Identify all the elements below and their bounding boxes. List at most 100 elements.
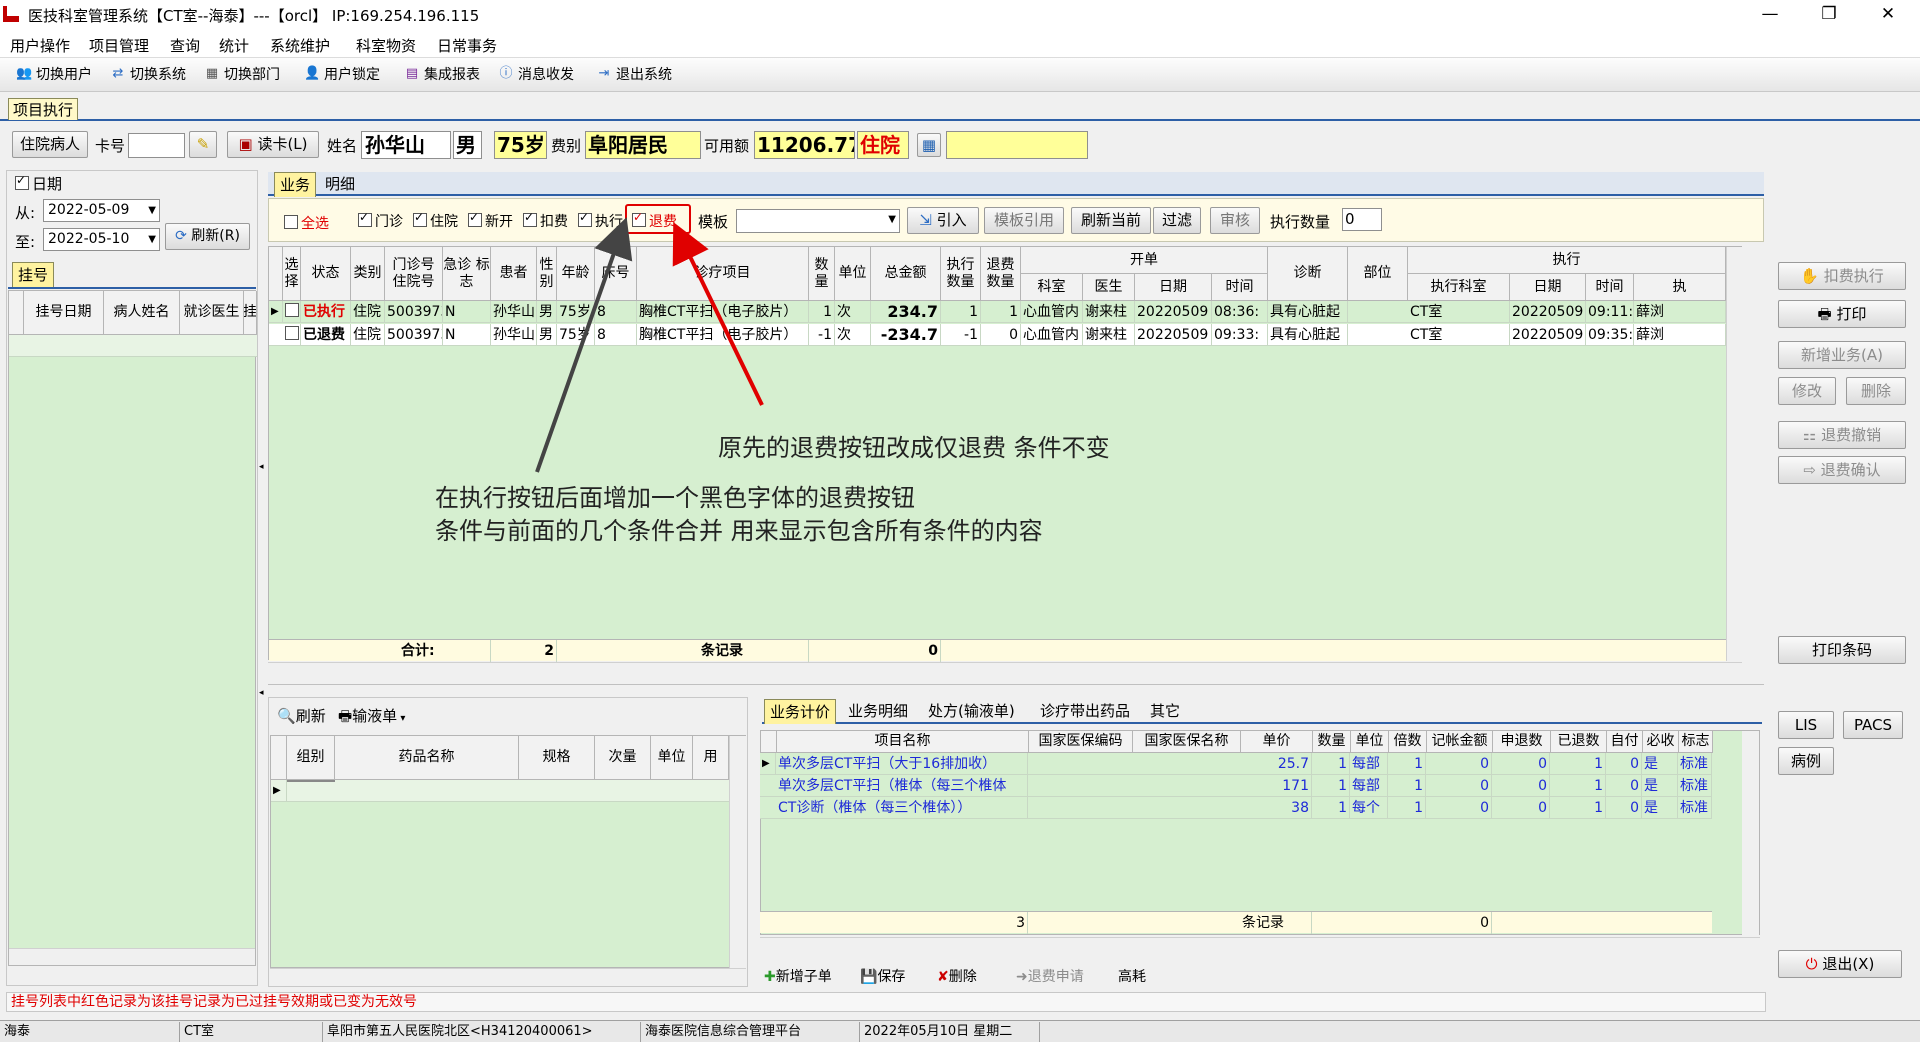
refund-cancel-button[interactable]: ⚏ 退费撤销 [1778, 421, 1906, 449]
edit-button[interactable]: 修改 [1778, 377, 1836, 405]
group-input[interactable] [287, 780, 335, 782]
exit-button[interactable]: ⏻ 退出(X) [1778, 950, 1902, 978]
col-usage[interactable]: 用 [693, 736, 729, 780]
add-sub-order-button[interactable]: ✚新增子单 [764, 966, 832, 986]
splitter-left-arrow[interactable]: ◂ [259, 462, 265, 474]
high-consumables-button[interactable]: 高耗 [1118, 966, 1146, 986]
col-exec-by[interactable]: 执 [1634, 274, 1726, 301]
read-card-button[interactable]: ▣ 读卡(L) [227, 131, 319, 158]
col-gender[interactable]: 性别 [537, 247, 557, 301]
refund-confirm-button[interactable]: ⇨ 退费确认 [1778, 456, 1906, 484]
date-filter-checkbox[interactable]: 日期 [15, 173, 62, 194]
registration-hscroll[interactable] [9, 948, 255, 965]
tab-registration[interactable]: 挂号 [12, 262, 55, 287]
col-order-doctor[interactable]: 医生 [1083, 274, 1135, 301]
template-ref-button[interactable]: 模板引用 [984, 207, 1064, 234]
col-multiple[interactable]: 倍数 [1389, 731, 1427, 753]
col-category[interactable]: 类别 [351, 247, 385, 301]
col-patient-no[interactable]: 门诊号 住院号 [385, 247, 443, 301]
billing-vscroll[interactable] [1742, 731, 1759, 935]
case-button[interactable]: 病例 [1778, 747, 1834, 775]
import-button[interactable]: ⇲ 引入 [907, 207, 979, 234]
date-checkbox[interactable] [15, 173, 29, 190]
col-item-name[interactable]: 项目名称 [777, 731, 1029, 753]
select-all-checkbox[interactable]: 全选 [284, 213, 329, 233]
col-drug-name[interactable]: 药品名称 [335, 736, 519, 780]
lock-user-button[interactable]: 👤 用户锁定 [304, 64, 380, 84]
outpatient-checkbox[interactable]: 门诊 [358, 210, 403, 231]
table-row[interactable]: 单次多层CT平扫（椎体（每三个椎体 171 1 每部 1 0 0 1 0 是标准 [760, 775, 1712, 797]
tab-other[interactable]: 其它 [1145, 699, 1185, 723]
maximize-button[interactable]: ❐ [1803, 0, 1855, 29]
row-select-checkbox[interactable] [283, 301, 301, 323]
table-row[interactable] [9, 335, 257, 357]
col-must-charge[interactable]: 必收 [1643, 731, 1679, 753]
col-qty[interactable]: 数量 [809, 247, 835, 301]
col-order-date[interactable]: 日期 [1135, 274, 1212, 301]
tab-prescription[interactable]: 处方(输液单) [923, 699, 1020, 723]
drug-vscroll[interactable] [729, 736, 746, 969]
exec-qty-input[interactable]: 0 [1342, 208, 1382, 231]
row-select-checkbox[interactable] [283, 324, 301, 346]
pencil-icon[interactable]: ✎ [189, 131, 217, 158]
switch-user-button[interactable]: 👥 切换用户 [16, 64, 92, 84]
refund-request-button[interactable]: ➜退费申请 [1016, 966, 1084, 986]
review-button[interactable]: 审核 [1210, 207, 1260, 234]
col-self-pay[interactable]: 自付 [1607, 731, 1643, 753]
col-account-amount[interactable]: 记帐金额 [1427, 731, 1493, 753]
splitter-left-arrow[interactable]: ◂ [259, 688, 265, 700]
refresh-registration-button[interactable]: ⟳ 刷新(R) [165, 223, 250, 250]
charged-checkbox[interactable]: 扣费 [523, 210, 568, 231]
table-row[interactable]: ▶ 已执行 住院 5003973 N 孙华山 男 75岁 8 胸椎CT平扫（电子… [269, 301, 1726, 323]
col-status[interactable]: 状态 [301, 247, 351, 301]
new-order-box[interactable] [468, 210, 482, 227]
drug-refresh-button[interactable]: 🔍刷新 [277, 705, 326, 726]
drug-hscroll[interactable] [270, 968, 746, 985]
lis-button[interactable]: LIS [1778, 711, 1834, 739]
menu-project-mgmt[interactable]: 项目管理 [89, 35, 149, 56]
col-treatment-item[interactable]: 诊疗项目 [637, 247, 809, 301]
tab-billing[interactable]: 业务计价 [764, 699, 837, 724]
menu-statistics[interactable]: 统计 [219, 35, 249, 56]
print-button[interactable]: 🖶 打印 [1778, 300, 1906, 328]
close-button[interactable]: ✕ [1862, 0, 1914, 29]
col-reg-date[interactable]: 挂号日期 [24, 291, 104, 335]
executed-box[interactable] [578, 210, 592, 227]
col-age[interactable]: 年龄 [557, 247, 595, 301]
col-total[interactable]: 总金额 [871, 247, 941, 301]
business-hscroll[interactable] [268, 662, 1742, 679]
row-select-box[interactable] [285, 303, 299, 317]
table-row[interactable]: 已退费 住院 5003973 N 孙华山 男 75岁 8 胸椎CT平扫（电子胶片… [269, 324, 1726, 346]
col-request-refund[interactable]: 申退数 [1493, 731, 1551, 753]
col-select[interactable]: 选择 [283, 247, 301, 301]
col-exec-dept[interactable]: 执行科室 [1408, 274, 1510, 301]
to-date-picker[interactable]: 2022-05-10 ▼ [43, 228, 160, 251]
outpatient-box[interactable] [358, 210, 372, 227]
col-bed[interactable]: 床号 [595, 247, 637, 301]
col-dose[interactable]: 次量 [595, 736, 651, 780]
new-order-checkbox[interactable]: 新开 [468, 210, 513, 231]
tab-project-execution[interactable]: 项目执行 [8, 98, 79, 120]
table-row[interactable]: ▶ [271, 780, 729, 802]
col-insurance-code[interactable]: 国家医保编码 [1029, 731, 1133, 753]
col-refunded[interactable]: 已退数 [1551, 731, 1607, 753]
switch-system-button[interactable]: ⇄ 切换系统 [110, 64, 186, 84]
refresh-current-button[interactable]: 刷新当前 [1071, 207, 1151, 234]
template-select[interactable]: ▼ [736, 209, 900, 233]
inpatient-checkbox[interactable]: 住院 [413, 210, 458, 231]
switch-department-button[interactable]: ▦ 切换部门 [204, 64, 280, 84]
minimize-button[interactable]: — [1744, 0, 1796, 29]
refund-checkbox[interactable]: 退费 [632, 210, 677, 231]
menu-query[interactable]: 查询 [170, 35, 200, 56]
menu-user-ops[interactable]: 用户操作 [10, 35, 70, 56]
billing-hscroll[interactable] [760, 937, 1760, 954]
col-unit[interactable]: 单位 [835, 247, 871, 301]
col-exec-qty[interactable]: 执行 数量 [941, 247, 981, 301]
col-order-time[interactable]: 时间 [1212, 274, 1268, 301]
add-business-button[interactable]: 新增业务(A) [1778, 341, 1906, 369]
report-button[interactable]: ▤ 集成报表 [404, 64, 480, 84]
messages-button[interactable]: ⓘ 消息收发 [498, 64, 574, 84]
refund-box[interactable] [632, 210, 646, 227]
menu-system-maint[interactable]: 系统维护 [270, 35, 330, 56]
row-select-box[interactable] [285, 326, 299, 340]
